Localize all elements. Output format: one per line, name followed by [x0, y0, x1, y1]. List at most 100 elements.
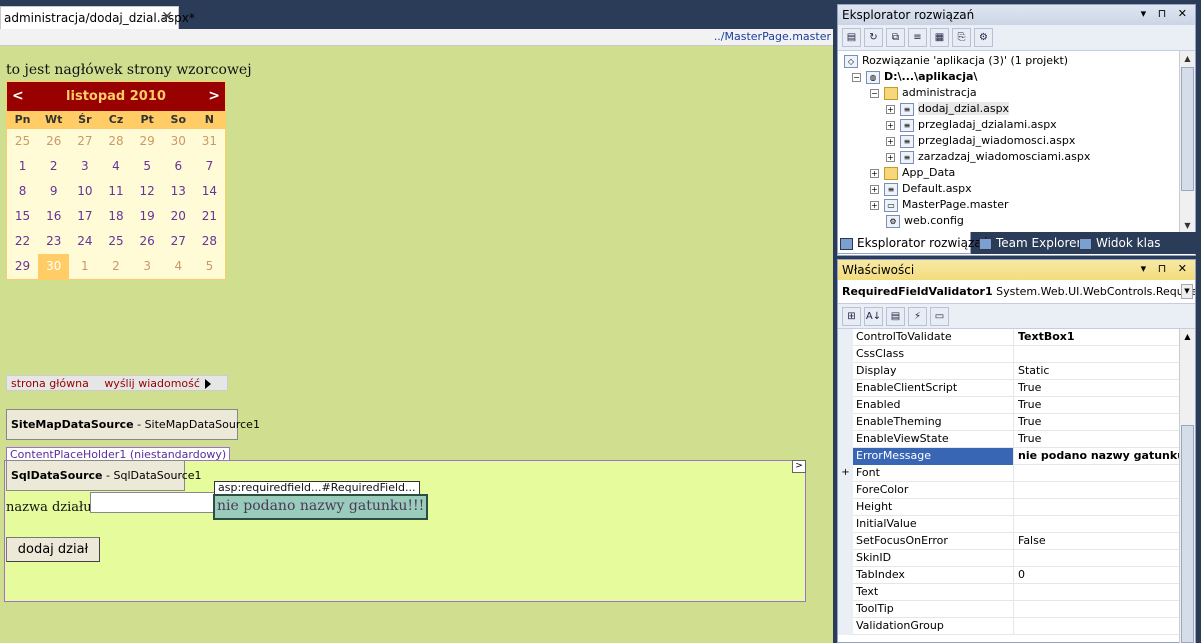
nazwa-dzialu-input[interactable] [90, 492, 218, 513]
property-row[interactable]: ControlToValidate TextBox1 [838, 329, 1180, 346]
calendar-day[interactable]: 28 [194, 229, 225, 254]
calendar-day[interactable]: 29 [7, 254, 38, 279]
tree-item[interactable]: + App_Data [870, 165, 955, 181]
tree-item[interactable]: − administracja [870, 85, 977, 101]
expand-icon[interactable]: + [870, 168, 879, 178]
expand-icon[interactable]: + [886, 152, 895, 162]
property-row[interactable]: InitialValue [838, 516, 1180, 533]
tree-item[interactable]: ◇ Rozwiązanie 'aplikacja (3)' (1 projekt) [844, 53, 1068, 69]
content-placeholder-label[interactable]: ContentPlaceHolder1 (niestandardowy) [6, 447, 231, 461]
chevron-down-icon[interactable]: ▼ [1181, 284, 1193, 299]
tab-class-view[interactable]: Widok klas [1077, 232, 1167, 254]
scroll-up-icon[interactable]: ▲ [1180, 51, 1195, 66]
property-name[interactable]: Display [853, 363, 1014, 380]
designer-surface[interactable]: administracja/dodaj_dzial.aspx* ✕ ../Mas… [0, 0, 833, 643]
properties-view-icon[interactable]: ▤ [886, 307, 905, 326]
calendar-day[interactable]: 15 [7, 204, 38, 229]
property-name[interactable]: Text [853, 584, 1014, 601]
property-row[interactable]: Text [838, 584, 1180, 601]
expand-icon[interactable]: + [886, 136, 895, 146]
calendar-day[interactable]: 1 [69, 254, 100, 279]
calendar[interactable]: < listopad 2010 > Pn Wt Śr Cz Pt So N 25 26 27 28… [6, 81, 226, 280]
expand-icon[interactable]: + [886, 120, 895, 130]
calendar-day[interactable]: 30 [38, 254, 70, 279]
calendar-day[interactable]: 8 [7, 179, 38, 204]
property-row[interactable]: ForeColor [838, 482, 1180, 499]
calendar-prev-link[interactable]: < [12, 82, 24, 111]
calendar-day[interactable]: 7 [194, 154, 225, 179]
dodaj-dzial-button[interactable]: dodaj dział [6, 537, 100, 562]
property-value[interactable]: True [1015, 431, 1180, 448]
property-name[interactable]: ValidationGroup [853, 618, 1014, 635]
property-row[interactable]: Height [838, 499, 1180, 516]
nest-related-files-icon[interactable]: ⧉ [886, 28, 905, 47]
property-name[interactable]: EnableTheming [853, 414, 1014, 431]
calendar-day[interactable]: 25 [100, 229, 131, 254]
calendar-day[interactable]: 11 [100, 179, 131, 204]
property-pages-icon[interactable]: ▭ [930, 307, 949, 326]
calendar-day[interactable]: 14 [194, 179, 225, 204]
properties-icon[interactable]: ▤ [842, 28, 861, 47]
property-row[interactable]: SkinID [838, 550, 1180, 567]
property-name[interactable]: ForeColor [853, 482, 1014, 499]
copy-website-icon[interactable]: ⎘ [952, 28, 971, 47]
solution-tree[interactable]: ◇ Rozwiązanie 'aplikacja (3)' (1 projekt)… [838, 51, 1195, 233]
calendar-day[interactable]: 26 [38, 129, 69, 154]
property-value[interactable]: nie podano nazwy gatunku!!! [1015, 448, 1180, 465]
property-grid-scrollbar[interactable]: ▲ [1179, 329, 1195, 643]
collapse-icon[interactable]: − [852, 72, 861, 82]
calendar-day[interactable]: 6 [163, 154, 194, 179]
expand-icon[interactable]: + [838, 465, 853, 482]
pane-window-controls[interactable]: ▾ ⊓ ✕ [1141, 7, 1191, 20]
property-value[interactable]: Static [1015, 363, 1180, 380]
categorized-icon[interactable]: ⊞ [842, 307, 861, 326]
property-name[interactable]: EnableClientScript [853, 380, 1014, 397]
scroll-thumb[interactable] [1181, 67, 1194, 191]
tree-item[interactable]: + ≡ zarzadzaj_wiadomosciami.aspx [886, 149, 1090, 165]
events-lightning-icon[interactable]: ⚡ [908, 307, 927, 326]
calendar-day[interactable]: 29 [132, 129, 163, 154]
property-row[interactable]: ToolTip [838, 601, 1180, 618]
property-name[interactable]: CssClass [853, 346, 1014, 363]
expand-icon[interactable]: + [886, 104, 895, 114]
collapse-icon[interactable]: − [870, 88, 879, 98]
object-selector[interactable]: RequiredFieldValidator1 System.Web.UI.We… [838, 280, 1195, 304]
calendar-day[interactable]: 5 [194, 254, 225, 279]
expand-icon[interactable]: + [870, 200, 879, 210]
tree-item[interactable]: ⚙ web.config [870, 213, 964, 229]
calendar-day[interactable]: 1 [7, 154, 38, 179]
pane-window-controls[interactable]: ▾ ⊓ ✕ [1141, 262, 1191, 275]
tree-item[interactable]: + ≡ Default.aspx [870, 181, 972, 197]
scroll-up-icon[interactable]: ▲ [1180, 329, 1195, 344]
property-row[interactable]: CssClass [838, 346, 1180, 363]
property-value[interactable] [1015, 346, 1180, 363]
calendar-day[interactable]: 5 [132, 154, 163, 179]
smart-tag-chevron-icon[interactable]: > [792, 460, 806, 473]
calendar-day[interactable]: 19 [132, 204, 163, 229]
calendar-day[interactable]: 27 [163, 229, 194, 254]
property-name[interactable]: ErrorMessage [853, 448, 1014, 465]
tree-item[interactable]: + ≡ dodaj_dzial.aspx [886, 101, 1010, 117]
property-row[interactable]: ErrorMessagenie podano nazwy gatunku!!! [838, 448, 1180, 465]
tree-item[interactable]: + ≡ przegladaj_wiadomosci.aspx [886, 133, 1075, 149]
property-row[interactable]: Enabled True [838, 397, 1180, 414]
calendar-day[interactable]: 24 [69, 229, 100, 254]
calendar-day[interactable]: 28 [100, 129, 131, 154]
property-row[interactable]: SetFocusOnError False [838, 533, 1180, 550]
calendar-day[interactable]: 2 [38, 154, 69, 179]
scroll-thumb[interactable] [1181, 425, 1194, 643]
property-grid[interactable]: ControlToValidate TextBox1 CssClass Display… [838, 329, 1195, 643]
calendar-day[interactable]: 3 [69, 154, 100, 179]
menu-expand-arrow-icon[interactable] [205, 379, 212, 389]
calendar-day[interactable]: 10 [69, 179, 100, 204]
calendar-day[interactable]: 22 [7, 229, 38, 254]
property-value[interactable] [1015, 516, 1180, 533]
property-name[interactable]: ControlToValidate [853, 329, 1014, 346]
property-name[interactable]: Height [853, 499, 1014, 516]
property-row[interactable]: EnableViewState True [838, 431, 1180, 448]
calendar-day[interactable]: 30 [163, 129, 194, 154]
calendar-day[interactable]: 4 [163, 254, 194, 279]
calendar-day[interactable]: 26 [132, 229, 163, 254]
calendar-day[interactable]: 25 [7, 129, 38, 154]
property-value[interactable]: True [1015, 397, 1180, 414]
